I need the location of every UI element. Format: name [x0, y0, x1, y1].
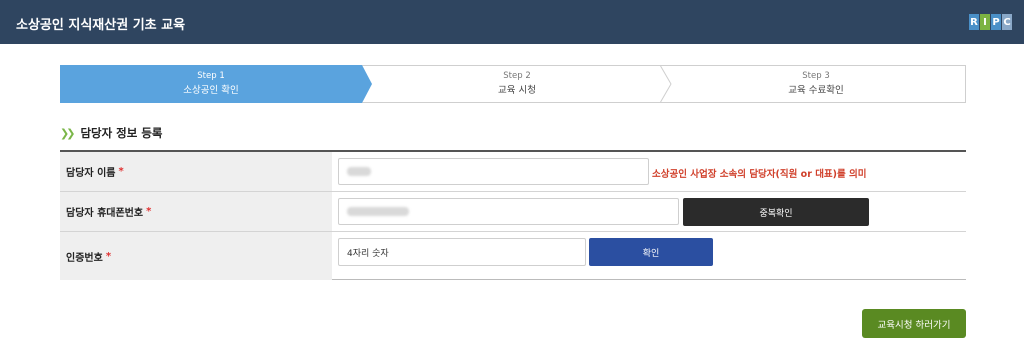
- step-2: Step 2 교육 시청: [417, 71, 617, 99]
- required-mark: *: [118, 166, 124, 177]
- double-chevron-icon: ❯❯: [60, 126, 76, 140]
- phone-label: 담당자 휴대폰번호 *: [60, 192, 332, 231]
- step-1: Step 1 소상공인 확인: [111, 71, 311, 99]
- section-header: ❯❯ 담당자 정보 등록: [60, 125, 163, 141]
- step-3-label: 교육 수료확인: [788, 85, 844, 96]
- progress-steps: Step 1 소상공인 확인 Step 2 교육 시청 Step 3 교육 수료…: [60, 65, 966, 103]
- required-mark: *: [105, 250, 112, 262]
- duplicate-check-button[interactable]: 중복확인: [683, 198, 869, 226]
- masked-value: [347, 167, 371, 176]
- step-2-label: 교육 시청: [498, 85, 536, 96]
- masked-value: [347, 207, 409, 216]
- logo-letter-c: C: [1002, 14, 1012, 30]
- step-3-number: Step 3: [802, 71, 830, 81]
- name-label: 담당자 이름 *: [60, 152, 332, 191]
- go-to-education-button[interactable]: 교육시청 하러가기: [862, 309, 966, 338]
- form-row-phone: 담당자 휴대폰번호 * 중복확인: [60, 192, 966, 232]
- step-2-number: Step 2: [503, 71, 531, 81]
- auth-code-input[interactable]: 4자리 숫자: [338, 238, 586, 266]
- auth-label: 인증번호 *: [60, 232, 332, 280]
- step-1-label: 소상공인 확인: [183, 85, 239, 96]
- app-header: 소상공인 지식재산권 기초 교육 R I P C: [0, 0, 1024, 44]
- phone-input[interactable]: [338, 198, 679, 225]
- page-title: 소상공인 지식재산권 기초 교육: [16, 18, 186, 33]
- name-input[interactable]: [338, 158, 649, 185]
- required-mark: *: [146, 206, 152, 217]
- form-row-auth: 인증번호 * 4자리 숫자 확인: [60, 232, 966, 280]
- ripc-logo[interactable]: R I P C: [969, 14, 1013, 30]
- logo-letter-i: I: [980, 14, 990, 30]
- form-row-name: 담당자 이름 * 소상공인 사업장 소속의 담당자(직원 or 대표)를 의미: [60, 152, 966, 192]
- contact-form: 담당자 이름 * 소상공인 사업장 소속의 담당자(직원 or 대표)를 의미 담…: [60, 150, 966, 280]
- step-3: Step 3 교육 수료확인: [716, 71, 916, 99]
- logo-letter-r: R: [969, 14, 979, 30]
- logo-letter-p: P: [991, 14, 1001, 30]
- step-1-number: Step 1: [197, 71, 225, 81]
- section-title: 담당자 정보 등록: [80, 126, 163, 140]
- confirm-button[interactable]: 확인: [589, 238, 713, 266]
- name-hint: 소상공인 사업장 소속의 담당자(직원 or 대표)를 의미: [652, 169, 867, 180]
